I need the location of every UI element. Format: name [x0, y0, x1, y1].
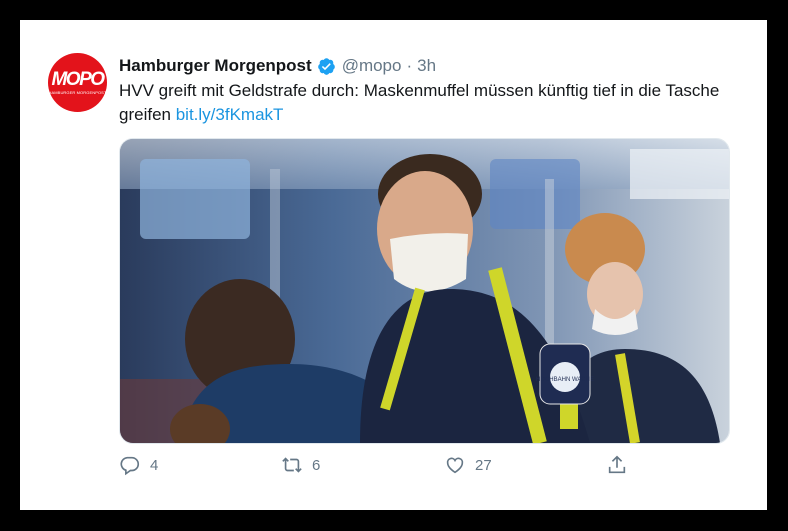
separator-dot: · — [406, 56, 413, 75]
media-photo: HOCHBAHN WACHE — [120, 139, 729, 443]
reply-count: 4 — [150, 456, 159, 474]
media-badge-text: HOCHBAHN WACHE — [536, 377, 594, 383]
tweet-header: Hamburger Morgenpost @mopo · 3h — [119, 54, 436, 78]
verified-badge-icon — [317, 57, 335, 75]
avatar[interactable]: MOPO HAMBURGER MORGENPOST — [48, 53, 107, 112]
avatar-logo: MOPO — [51, 68, 105, 90]
tweet-link[interactable]: bit.ly/3fKmakT — [176, 105, 284, 124]
retweet-icon — [282, 457, 302, 473]
share-button[interactable] — [606, 454, 637, 476]
like-count: 27 — [475, 456, 492, 474]
retweet-button[interactable]: 6 — [281, 454, 320, 476]
like-button[interactable]: 27 — [444, 454, 492, 476]
timestamp[interactable]: 3h — [417, 56, 436, 76]
reply-button[interactable]: 4 — [119, 454, 158, 476]
tweet-actions: 4 6 27 — [119, 454, 639, 482]
tweet-media-image[interactable]: HOCHBAHN WACHE — [119, 138, 730, 444]
share-icon — [608, 455, 626, 474]
retweet-count: 6 — [312, 456, 321, 474]
avatar-sub: HAMBURGER MORGENPOST — [48, 89, 107, 95]
tweet-text: HVV greift mit Geldstrafe durch: Maskenm… — [119, 79, 739, 127]
handle[interactable]: @mopo — [342, 56, 402, 76]
account-name[interactable]: Hamburger Morgenpost — [119, 56, 312, 76]
tweet-card[interactable]: MOPO HAMBURGER MORGENPOST Hamburger Morg… — [20, 20, 767, 510]
reply-icon — [120, 456, 140, 476]
like-icon — [446, 457, 464, 474]
